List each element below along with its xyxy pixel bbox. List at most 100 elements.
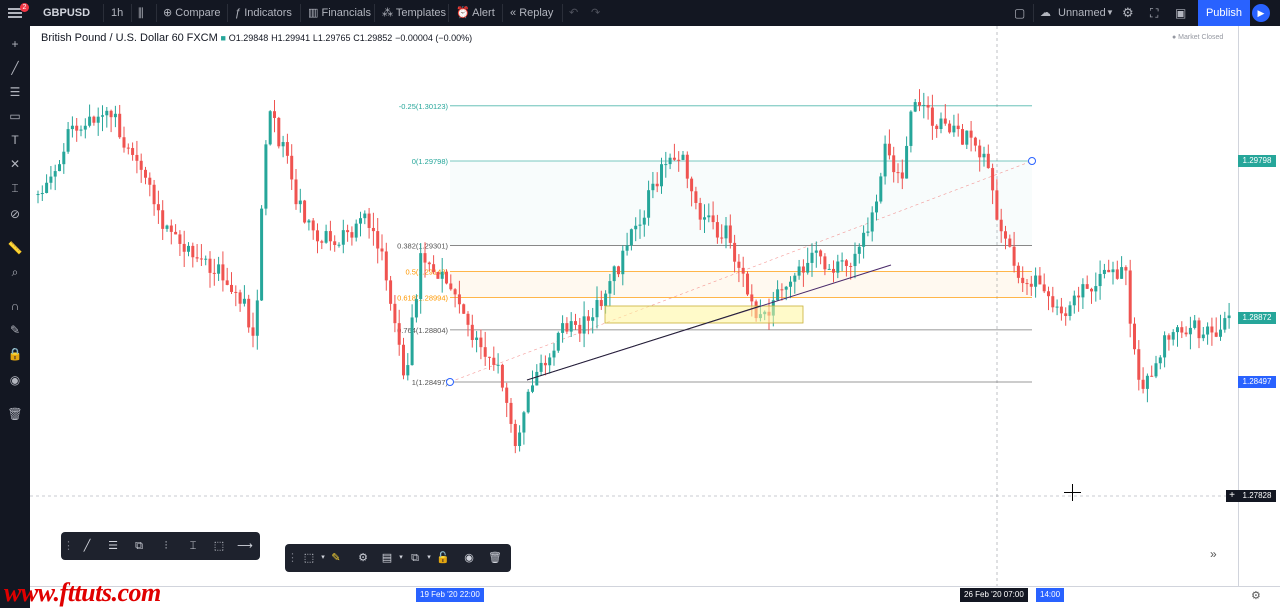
candle-body	[199, 258, 203, 260]
candle-body	[75, 125, 79, 131]
candle-body	[1206, 326, 1210, 335]
candle-body	[1171, 332, 1175, 340]
object-settings-toolbar: ⋮ ⬚ ▾ ✎ ⚙ ▤ ▾ ⧉ ▾ 🔓 ◉ 🗑	[285, 544, 511, 572]
candle-body	[113, 113, 117, 118]
trend-line-tool-icon[interactable]: ╱	[79, 538, 95, 554]
candle-body	[556, 332, 560, 351]
candle-body	[887, 143, 891, 156]
candle-body	[694, 191, 698, 203]
candle-body	[139, 160, 143, 170]
candle-body	[260, 208, 264, 301]
candle-body	[483, 347, 487, 357]
gear-icon[interactable]: ⚙	[1251, 589, 1261, 602]
status-square-icon: ■	[220, 33, 226, 43]
candle-body	[526, 391, 530, 413]
candle-body	[1059, 306, 1063, 314]
price-chart[interactable]: -0.25(1.30123) 0(1.29798) 0.382(1.29301) 0.…	[0, 0, 1280, 608]
market-status: ● Market Closed	[1172, 34, 1224, 41]
horizontal-ray-tool-icon[interactable]: ⟶	[237, 538, 253, 554]
candle-body	[492, 357, 496, 365]
candle-body	[599, 300, 603, 307]
candle-body	[432, 264, 436, 272]
candle-body	[36, 194, 40, 196]
candle-body	[948, 123, 952, 133]
candle-body	[664, 164, 668, 166]
candle-body	[303, 200, 307, 223]
candle-body	[1081, 284, 1085, 298]
candle-body	[264, 144, 268, 209]
candle-body	[1012, 246, 1016, 266]
candle-body	[1029, 283, 1033, 287]
candle-body	[466, 313, 470, 325]
candle-body	[784, 286, 788, 290]
candle-body	[711, 215, 715, 223]
candle-body	[539, 362, 543, 372]
date-range-tool-icon[interactable]: ⌶	[185, 538, 201, 554]
candle-body	[204, 258, 208, 260]
candle-body	[836, 261, 840, 273]
fib-retracement-tool-icon[interactable]: ☰	[105, 538, 121, 554]
time-axis[interactable]	[30, 586, 1280, 608]
candle-body	[1141, 379, 1145, 389]
candle-body	[384, 251, 388, 281]
candle-body	[1085, 284, 1089, 289]
candle-body	[1197, 320, 1201, 339]
candle-body	[83, 125, 87, 130]
candle-body	[531, 385, 534, 392]
candle-body	[1111, 269, 1115, 273]
drag-handle-icon[interactable]: ⋮	[63, 538, 74, 554]
candle-body	[952, 125, 956, 133]
candle-body	[810, 252, 814, 263]
lock-icon[interactable]: 🔓	[435, 550, 451, 566]
parallel-channel-tool-icon[interactable]: ⧉	[131, 538, 147, 554]
candle-body	[423, 253, 427, 263]
candle-body	[1145, 375, 1149, 389]
candle-body	[780, 289, 784, 291]
candle-body	[561, 323, 565, 333]
symbol-name: British Pound / U.S. Dollar	[41, 32, 169, 44]
candle-body	[1150, 375, 1154, 377]
candle-body	[1154, 363, 1158, 377]
candle-body	[1210, 326, 1214, 333]
candle-body	[509, 402, 513, 424]
rectangle-tool-icon[interactable]: ⬚	[211, 538, 227, 554]
candle-body	[1120, 267, 1124, 279]
candle-body	[367, 213, 371, 228]
candle-body	[475, 337, 479, 340]
watermark: www.fttuts.com	[4, 578, 161, 607]
chevrons-right-icon[interactable]: »	[1210, 547, 1217, 561]
candle-body	[986, 153, 990, 169]
candle-body	[1090, 288, 1093, 292]
candle-body	[939, 118, 943, 129]
price-axis[interactable]	[1238, 26, 1280, 586]
candle-body	[122, 137, 126, 148]
candle-body	[152, 184, 156, 205]
candle-body	[1107, 269, 1111, 273]
candle-body	[389, 280, 393, 304]
pitchfork-tool-icon[interactable]: ⫶	[158, 538, 174, 554]
candle-body	[617, 266, 620, 275]
eye-icon[interactable]: ◉	[461, 550, 477, 566]
trash-icon[interactable]: 🗑	[487, 550, 503, 566]
time-label-left: 19 Feb '20 22:00	[416, 588, 484, 602]
candle-body	[337, 244, 341, 246]
candle-body	[870, 212, 874, 232]
drag-handle-icon[interactable]: ⋮	[287, 550, 298, 566]
candle-body	[436, 271, 440, 279]
line-color-icon[interactable]: ✎	[328, 550, 344, 566]
candle-body	[1219, 329, 1222, 337]
candle-body	[316, 230, 319, 242]
candle-body	[1098, 273, 1102, 287]
candle-body	[896, 172, 900, 174]
candle-body	[174, 231, 178, 235]
candle-body	[156, 204, 160, 211]
candle-body	[101, 115, 104, 117]
candle-body	[230, 284, 233, 292]
fib-level-label: 0.382(1.29301)	[397, 241, 448, 250]
candle-body	[187, 245, 190, 252]
candle-body	[281, 142, 285, 147]
candle-body	[621, 250, 625, 275]
add-alert-icon[interactable]: +	[1226, 490, 1238, 502]
candle-body	[470, 324, 474, 340]
gear-icon[interactable]: ⚙	[355, 550, 371, 566]
